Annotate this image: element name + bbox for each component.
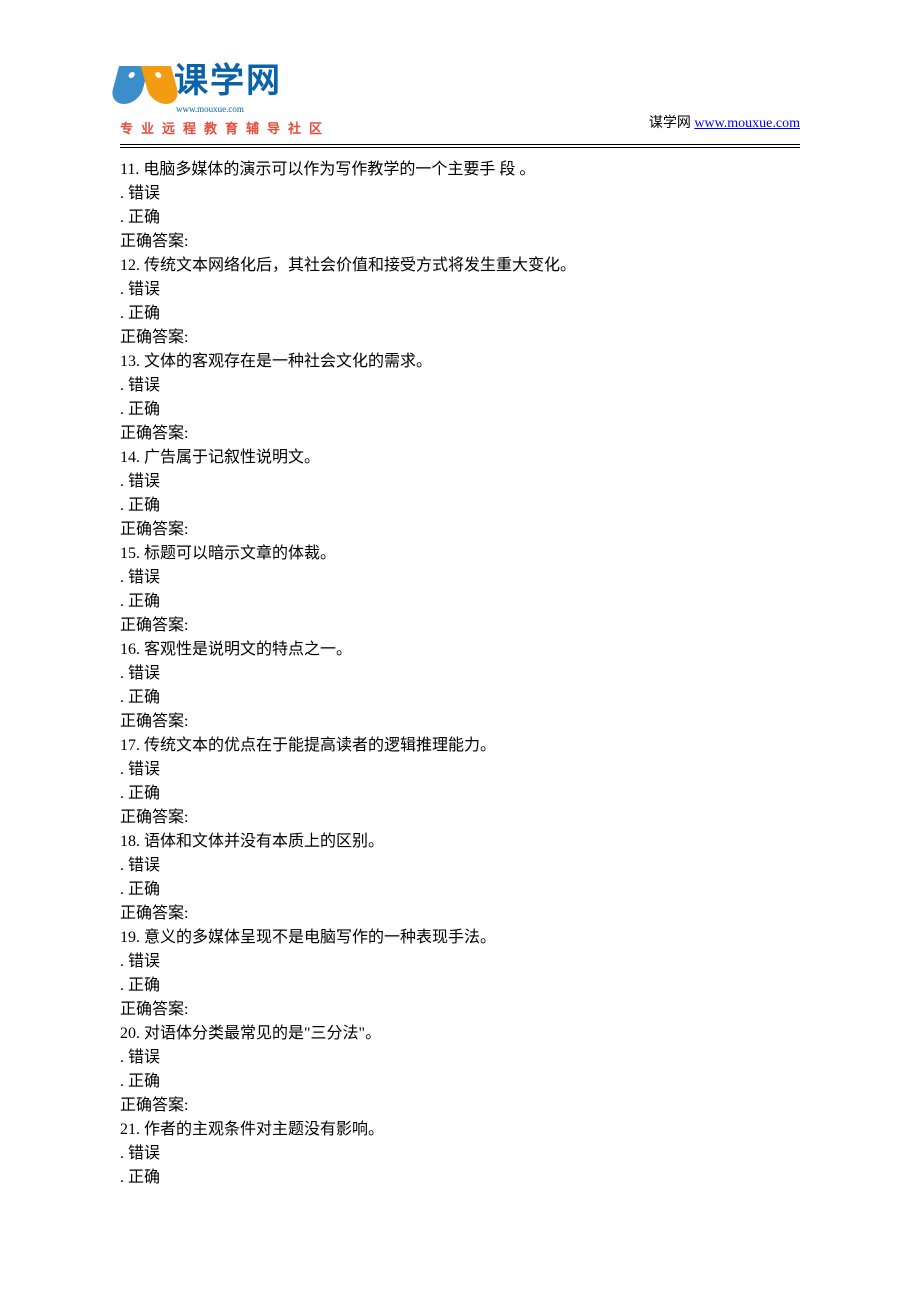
- option-false: . 错误: [120, 278, 800, 302]
- question-text: 18. 语体和文体并没有本质上的区别。: [120, 830, 800, 854]
- question-text: 11. 电脑多媒体的演示可以作为写作教学的一个主要手 段 。: [120, 158, 800, 182]
- answer-label: 正确答案:: [120, 998, 800, 1022]
- question-text: 12. 传统文本网络化后，其社会价值和接受方式将发生重大变化。: [120, 254, 800, 278]
- answer-label: 正确答案:: [120, 1094, 800, 1118]
- answer-label: 正确答案:: [120, 614, 800, 638]
- option-false: . 错误: [120, 758, 800, 782]
- site-label: 谋学网: [649, 116, 691, 131]
- option-true: . 正确: [120, 302, 800, 326]
- option-true: . 正确: [120, 1070, 800, 1094]
- page-header: 课学网 www.mouxue.com 专业远程教育辅导社区 谋学网 www.mo…: [120, 56, 800, 138]
- question-text: 16. 客观性是说明文的特点之一。: [120, 638, 800, 662]
- answer-label: 正确答案:: [120, 518, 800, 542]
- option-true: . 正确: [120, 1166, 800, 1190]
- answer-label: 正确答案:: [120, 710, 800, 734]
- option-true: . 正确: [120, 878, 800, 902]
- question-text: 21. 作者的主观条件对主题没有影响。: [120, 1118, 800, 1142]
- logo-tagline: 专业远程教育辅导社区: [120, 119, 330, 139]
- option-true: . 正确: [120, 590, 800, 614]
- option-true: . 正确: [120, 398, 800, 422]
- header-rule-top: [120, 144, 800, 145]
- logo-icon: [120, 66, 170, 106]
- option-false: . 错误: [120, 662, 800, 686]
- answer-label: 正确答案:: [120, 230, 800, 254]
- question-text: 17. 传统文本的优点在于能提高读者的逻辑推理能力。: [120, 734, 800, 758]
- question-text: 15. 标题可以暗示文章的体裁。: [120, 542, 800, 566]
- site-reference: 谋学网 www.mouxue.com: [649, 113, 800, 138]
- option-true: . 正确: [120, 686, 800, 710]
- question-text: 19. 意义的多媒体呈现不是电脑写作的一种表现手法。: [120, 926, 800, 950]
- option-false: . 错误: [120, 374, 800, 398]
- question-text: 13. 文体的客观存在是一种社会文化的需求。: [120, 350, 800, 374]
- site-link[interactable]: www.mouxue.com: [694, 116, 800, 131]
- answer-label: 正确答案:: [120, 326, 800, 350]
- question-text: 20. 对语体分类最常见的是"三分法"。: [120, 1022, 800, 1046]
- option-false: . 错误: [120, 950, 800, 974]
- question-text: 14. 广告属于记叙性说明文。: [120, 446, 800, 470]
- logo-block: 课学网 www.mouxue.com 专业远程教育辅导社区: [120, 56, 330, 138]
- option-false: . 错误: [120, 566, 800, 590]
- option-false: . 错误: [120, 182, 800, 206]
- option-true: . 正确: [120, 782, 800, 806]
- question-list: 11. 电脑多媒体的演示可以作为写作教学的一个主要手 段 。. 错误. 正确正确…: [120, 158, 800, 1190]
- logo-title: 课学网: [174, 56, 282, 107]
- option-false: . 错误: [120, 854, 800, 878]
- header-rule-bottom: [120, 147, 800, 148]
- answer-label: 正确答案:: [120, 902, 800, 926]
- answer-label: 正确答案:: [120, 422, 800, 446]
- option-true: . 正确: [120, 974, 800, 998]
- option-false: . 错误: [120, 1142, 800, 1166]
- option-false: . 错误: [120, 1046, 800, 1070]
- answer-label: 正确答案:: [120, 806, 800, 830]
- option-true: . 正确: [120, 494, 800, 518]
- option-false: . 错误: [120, 470, 800, 494]
- option-true: . 正确: [120, 206, 800, 230]
